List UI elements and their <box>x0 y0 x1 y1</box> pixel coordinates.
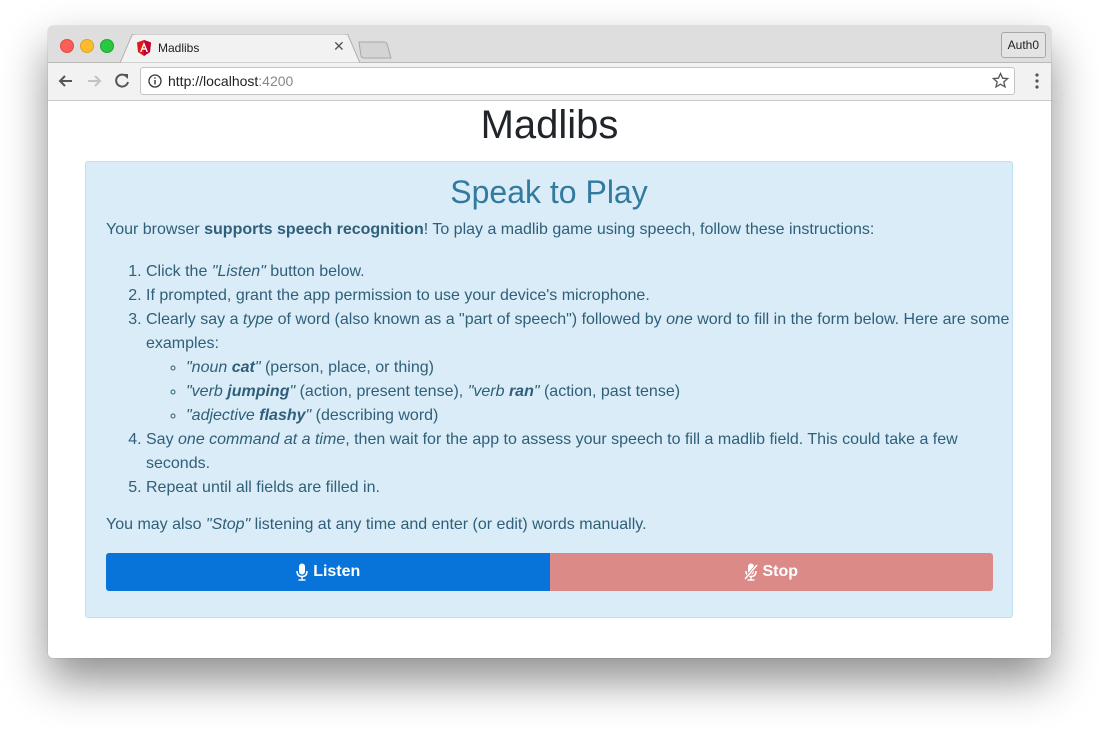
instruction-step: Clearly say a type of word (also known a… <box>146 308 1026 428</box>
microphone-icon <box>296 563 308 581</box>
speech-button-group: Listen Stop <box>106 553 993 591</box>
instructions-list: Click the "Listen" button below. If prom… <box>106 260 1026 500</box>
outro-text: You may also "Stop" listening at any tim… <box>106 516 647 533</box>
listen-button[interactable]: Listen <box>106 553 550 591</box>
listen-label: Listen <box>313 563 361 580</box>
alert-heading: Speak to Play <box>450 174 648 210</box>
instruction-step: Click the "Listen" button below. <box>146 260 1026 284</box>
address-bar[interactable]: http://localhost:4200 <box>140 67 1015 95</box>
microphone-slash-icon <box>744 563 759 581</box>
instruction-step: If prompted, grant the app permission to… <box>146 284 1026 308</box>
window-minimize-button[interactable] <box>80 39 94 53</box>
intro-text: Your browser supports speech recognition… <box>106 221 875 238</box>
title-bar: Madlibs ✕ Auth0 <box>48 26 1051 63</box>
tab-close-icon[interactable]: ✕ <box>333 38 345 55</box>
page-content: Madlibs Speak to Play Your browser suppo… <box>48 101 1051 658</box>
browser-toolbar: http://localhost:4200 <box>48 63 1051 101</box>
browser-tab[interactable] <box>120 34 360 63</box>
browser-window: Madlibs ✕ Auth0 http://localhost:4200 Ma… <box>48 26 1051 658</box>
example-item: "verb jumping" (action, present tense), … <box>186 380 1026 404</box>
instruction-step: Say one command at a time, then wait for… <box>146 428 1026 476</box>
speech-instructions-alert: Speak to Play Your browser supports spee… <box>85 161 1013 618</box>
url-text: http://localhost:4200 <box>168 73 294 89</box>
kebab-menu-icon[interactable] <box>1035 73 1039 89</box>
profile-button[interactable]: Auth0 <box>1000 32 1046 58</box>
new-tab-button[interactable] <box>358 41 392 59</box>
angular-icon <box>137 40 151 56</box>
window-close-button[interactable] <box>60 39 74 53</box>
example-item: "adjective flashy" (describing word) <box>186 404 1026 428</box>
back-arrow-icon[interactable] <box>56 71 76 91</box>
tab-title: Madlibs <box>158 41 200 55</box>
stop-button[interactable]: Stop <box>549 553 993 591</box>
info-icon[interactable] <box>148 74 162 88</box>
reload-icon[interactable] <box>112 71 132 91</box>
forward-arrow-icon[interactable] <box>84 71 104 91</box>
examples-list: "noun cat" (person, place, or thing) "ve… <box>146 356 1026 428</box>
stop-label: Stop <box>762 563 799 580</box>
instruction-step: Repeat until all fields are filled in. <box>146 476 1026 500</box>
bookmark-star-icon[interactable] <box>992 72 1009 89</box>
page-title: Madlibs <box>480 103 619 147</box>
window-maximize-button[interactable] <box>100 39 114 53</box>
example-item: "noun cat" (person, place, or thing) <box>186 356 1026 380</box>
